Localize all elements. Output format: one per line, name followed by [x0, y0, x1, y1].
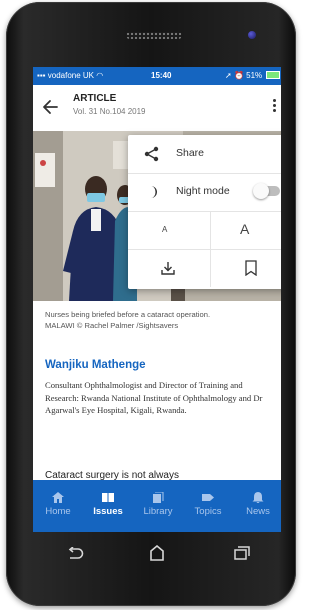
- home-icon: [52, 492, 64, 503]
- night-mode-toggle[interactable]: [253, 183, 280, 199]
- menu-actions-row: [128, 249, 281, 287]
- menu-item-night-mode[interactable]: Night mode: [128, 173, 281, 212]
- options-popup-menu: Share Night mode A A: [128, 135, 281, 289]
- location-icon: ➚: [225, 71, 232, 80]
- menu-font-size-row: A A: [128, 211, 281, 250]
- moon-icon: [151, 186, 157, 198]
- nav-news[interactable]: News: [233, 480, 281, 532]
- author-name[interactable]: Wanjiku Mathenge: [45, 359, 146, 371]
- recent-apps-key-icon[interactable]: [234, 546, 250, 560]
- divider: [210, 249, 211, 287]
- nav-issues[interactable]: Issues: [83, 480, 133, 532]
- battery-status: ➚ ⏰ 51%: [225, 71, 281, 80]
- issues-icon: [102, 493, 114, 502]
- divider: [210, 211, 211, 249]
- nav-news-label: News: [246, 506, 270, 517]
- alarm-icon: ⏰: [233, 71, 244, 80]
- photo-caption: Nurses being briefed before a cataract o…: [45, 309, 277, 331]
- nav-topics[interactable]: Topics: [183, 480, 233, 532]
- download-icon[interactable]: [160, 260, 176, 276]
- topics-icon: [202, 494, 214, 501]
- status-bar: ▪▪▪ vodafone UK ◠ 15:40 ➚ ⏰ 51%: [33, 67, 281, 85]
- home-key-icon[interactable]: [149, 545, 165, 561]
- phone-frame: ▪▪▪ vodafone UK ◠ 15:40 ➚ ⏰ 51% ARTICLE …: [6, 2, 296, 606]
- caption-text: Nurses being briefed before a cataract o…: [45, 310, 211, 319]
- share-icon: [144, 146, 159, 162]
- news-icon: [252, 492, 264, 503]
- back-key-icon[interactable]: [66, 547, 84, 561]
- carrier-name: vodafone UK: [47, 71, 95, 80]
- decrease-font-button[interactable]: A: [162, 225, 167, 234]
- bottom-navigation: Home Issues Library Topics News: [33, 480, 281, 532]
- nav-library-label: Library: [143, 506, 173, 517]
- app-bar: ARTICLE Vol. 31 No.104 2019: [33, 85, 281, 132]
- signal-icon: ▪▪▪: [37, 71, 46, 80]
- night-mode-label: Night mode: [176, 185, 230, 197]
- library-icon: [153, 492, 164, 503]
- issue-subtitle: Vol. 31 No.104 2019: [73, 107, 146, 116]
- bookmark-icon[interactable]: [244, 260, 258, 276]
- app-screen: ▪▪▪ vodafone UK ◠ 15:40 ➚ ⏰ 51% ARTICLE …: [33, 67, 281, 532]
- nav-home[interactable]: Home: [33, 480, 83, 532]
- earpiece-speaker: [126, 32, 182, 39]
- increase-font-button[interactable]: A: [240, 221, 249, 237]
- front-camera: [248, 31, 256, 39]
- page-title: ARTICLE: [73, 93, 117, 104]
- nav-library[interactable]: Library: [133, 480, 183, 532]
- more-options-icon[interactable]: [269, 97, 279, 119]
- nav-home-label: Home: [45, 506, 71, 517]
- status-time: 15:40: [151, 71, 172, 80]
- nav-topics-label: Topics: [194, 506, 222, 517]
- share-label: Share: [176, 147, 205, 159]
- caption-credit: MALAWI © Rachel Palmer /Sightsavers: [45, 321, 179, 330]
- battery-percent: 51%: [246, 71, 263, 80]
- carrier-info: ▪▪▪ vodafone UK ◠: [37, 71, 103, 80]
- menu-item-share[interactable]: Share: [128, 135, 281, 174]
- nav-issues-label: Issues: [93, 506, 123, 517]
- battery-icon: [266, 71, 281, 79]
- author-bio: Consultant Ophthalmologist and Director …: [45, 380, 263, 415]
- back-arrow-icon[interactable]: [41, 97, 61, 117]
- wifi-icon: ◠: [96, 71, 104, 80]
